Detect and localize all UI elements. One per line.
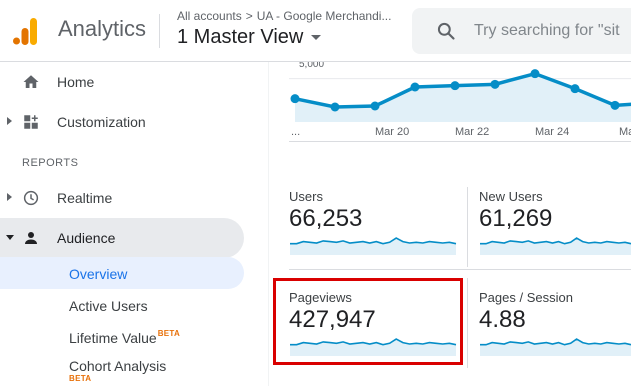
sparkline-area [290, 238, 456, 255]
home-icon [23, 75, 39, 88]
analytics-logo-icon[interactable] [12, 16, 38, 46]
sidebar-item-label: Home [57, 74, 95, 90]
person-icon [25, 232, 37, 244]
data-point[interactable] [330, 102, 340, 112]
customization-grid-icon [24, 115, 38, 129]
breadcrumb-property[interactable]: UA - Google Merchandi... [257, 9, 392, 23]
sidebar: Home Customization REPORTS Realtime Audi… [0, 62, 268, 386]
top-header: Analytics All accounts > UA - Google Merch… [0, 0, 631, 62]
collapse-arrow-icon[interactable] [6, 235, 14, 240]
expand-arrow-icon[interactable] [7, 117, 12, 125]
sidebar-item-label: Audience [57, 230, 116, 246]
metric-divider [467, 278, 468, 368]
search-box[interactable] [412, 8, 631, 54]
main-content: 5,000... Mar 20 Mar 22 Mar 24 Mar 26 Users 6… [268, 59, 631, 386]
sidebar-subitem-label: Lifetime ValueBETA [69, 329, 181, 346]
x-tick-label: Mar 26 [619, 126, 631, 138]
data-point[interactable] [610, 100, 620, 110]
x-tick-label: ... [291, 126, 300, 138]
analytics-app: Analytics All accounts > UA - Google Merch… [0, 0, 631, 386]
metric-value: 4.88 [479, 306, 526, 333]
metric-label: Users [289, 189, 323, 204]
breadcrumb-separator: > [245, 9, 253, 23]
metric-users[interactable]: Users 66,253 [289, 189, 459, 257]
metric-pages-per-session[interactable]: Pages / Session 4.88 [479, 290, 631, 358]
metrics-row-divider [289, 269, 631, 270]
data-point[interactable] [370, 101, 380, 111]
sidebar-subitem-overview[interactable]: Overview [0, 257, 244, 289]
sparkline-area [480, 339, 631, 356]
pages-session-sparkline [480, 338, 631, 356]
app-title: Analytics [58, 16, 147, 41]
breadcrumb[interactable]: All accounts > UA - Google Merchandi... [177, 9, 391, 23]
data-point[interactable] [530, 69, 540, 79]
expand-arrow-icon[interactable] [7, 193, 12, 201]
data-point[interactable] [490, 79, 500, 89]
sidebar-subitem-label: Overview [69, 266, 128, 282]
search-input[interactable] [474, 20, 631, 42]
metric-label: New Users [479, 189, 543, 204]
beta-badge: BETA [157, 329, 181, 338]
clock-icon [23, 190, 39, 206]
users-sparkline [290, 237, 457, 255]
pageviews-highlight-box [273, 278, 463, 365]
sessions-line-chart[interactable]: 5,000... Mar 20 Mar 22 Mar 24 Mar 26 [289, 59, 631, 142]
x-tick-label: Mar 22 [455, 126, 489, 138]
sparkline-area [480, 238, 631, 255]
data-point[interactable] [290, 94, 300, 104]
x-tick-label: Mar 20 [375, 126, 409, 138]
sidebar-subitem-label: Active Users [69, 298, 148, 314]
sidebar-item-customization[interactable]: Customization [0, 102, 244, 142]
metric-new-users[interactable]: New Users 61,269 [479, 189, 631, 257]
metric-value: 61,269 [479, 205, 553, 232]
sidebar-subitem-active-users[interactable]: Active Users [0, 289, 244, 321]
data-point[interactable] [410, 82, 420, 92]
sidebar-item-label: Realtime [57, 190, 113, 206]
search-icon[interactable] [436, 21, 456, 41]
beta-badge: BETA [69, 374, 92, 383]
metric-label: Pages / Session [479, 290, 573, 305]
y-tick-label: 5,000 [299, 62, 324, 70]
data-point[interactable] [450, 81, 460, 91]
metric-value: 66,253 [289, 205, 363, 232]
sidebar-item-label: Customization [57, 114, 146, 130]
breadcrumb-accounts[interactable]: All accounts [177, 9, 242, 23]
view-selector[interactable]: 1 Master View [177, 26, 322, 49]
caret-down-icon [311, 35, 322, 41]
lifetime-value-text: Lifetime Value [69, 330, 157, 346]
view-selector-label: 1 Master View [177, 26, 304, 48]
overview-chart: 5,000... Mar 20 Mar 22 Mar 24 Mar 26 [289, 59, 631, 142]
header-divider [159, 14, 160, 48]
sidebar-item-home[interactable]: Home [0, 62, 244, 102]
x-tick-label: Mar 24 [535, 126, 569, 138]
metric-divider [467, 187, 468, 267]
sidebar-item-audience[interactable]: Audience [0, 218, 244, 258]
sidebar-subitem-label: Cohort Analysis [69, 358, 167, 374]
new-users-sparkline [480, 237, 631, 255]
series-area [295, 73, 631, 122]
reports-section-label: REPORTS [22, 157, 79, 169]
sidebar-item-realtime[interactable]: Realtime [0, 178, 244, 218]
data-point[interactable] [570, 84, 580, 94]
sidebar-subitem-cohort-analysis[interactable]: Cohort Analysis BETA [0, 349, 244, 386]
